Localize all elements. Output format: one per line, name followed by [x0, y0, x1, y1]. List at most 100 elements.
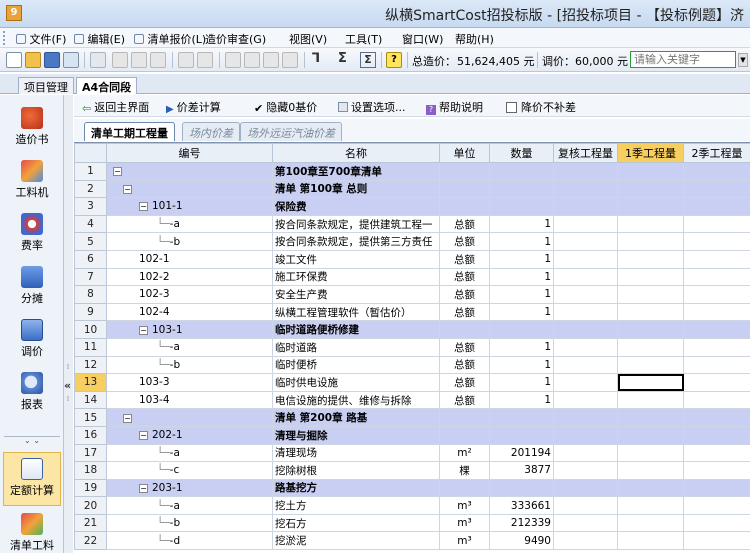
quantity-cell[interactable]: 3877	[489, 461, 554, 480]
menu-view[interactable]: 视图(V)	[289, 31, 327, 47]
unit-cell[interactable]: m³	[439, 496, 490, 515]
row-number-cell[interactable]: 14	[74, 390, 107, 410]
unit-cell[interactable]: m³	[439, 531, 490, 551]
review-qty-cell[interactable]	[553, 214, 618, 234]
q2-qty-cell[interactable]	[683, 408, 750, 427]
preview-icon[interactable]	[90, 52, 106, 68]
menu-help[interactable]: 帮助(H)	[455, 31, 494, 47]
menu-edit[interactable]: 编辑(E)	[72, 31, 125, 47]
unit-cell[interactable]: 棵	[439, 461, 490, 480]
name-cell[interactable]: 按合同条款规定，提供第三方责任	[272, 232, 440, 251]
nav-share[interactable]: 分摊	[0, 266, 64, 306]
quantity-cell[interactable]: 9490	[489, 531, 554, 551]
q1-qty-cell[interactable]	[617, 390, 684, 410]
code-cell[interactable]: −	[106, 179, 273, 199]
name-cell[interactable]: 挖淤泥	[272, 531, 440, 551]
code-cell[interactable]: └─-a	[106, 337, 273, 357]
name-cell[interactable]: 清理与掘除	[272, 425, 440, 445]
tab-bill-period-quantity[interactable]: 清单工期工程量	[84, 122, 175, 141]
review-qty-cell[interactable]	[553, 443, 618, 463]
save-icon[interactable]	[44, 52, 60, 68]
q2-qty-cell[interactable]	[683, 267, 750, 287]
collapse-toggle-icon[interactable]: −	[139, 483, 148, 493]
q1-qty-cell[interactable]	[617, 478, 684, 498]
q1-qty-cell[interactable]	[617, 373, 684, 392]
tab-offsite-fuel-diff[interactable]: 场外远运汽油价差	[240, 122, 342, 141]
row-number-cell[interactable]: 21	[74, 513, 107, 533]
menu-audit[interactable]: 造价审查(G)	[205, 31, 266, 47]
row-number-cell[interactable]: 17	[74, 443, 107, 463]
quantity-cell[interactable]: 1	[489, 232, 554, 251]
collapse-toggle-icon[interactable]: −	[139, 325, 148, 335]
table-row[interactable]: 4 └─-a 按合同条款规定，提供建筑工程一 总额 1	[74, 214, 750, 234]
name-cell[interactable]: 清理现场	[272, 443, 440, 463]
q1-qty-cell[interactable]	[617, 285, 684, 304]
q1-qty-cell[interactable]	[617, 249, 684, 269]
q2-qty-cell[interactable]	[683, 302, 750, 322]
q1-qty-cell[interactable]	[617, 443, 684, 463]
code-cell[interactable]: └─-b	[106, 355, 273, 375]
review-qty-cell[interactable]	[553, 320, 618, 339]
quantity-cell[interactable]: 1	[489, 285, 554, 304]
unit-cell[interactable]	[439, 320, 490, 339]
table-row[interactable]: 21 └─-b 挖石方 m³ 212339	[74, 513, 750, 533]
table-row[interactable]: 1− 第100章至700章清单	[74, 162, 750, 181]
name-cell[interactable]: 临时道路便桥修建	[272, 320, 440, 339]
row-number-cell[interactable]: 8	[74, 285, 107, 304]
review-qty-cell[interactable]	[553, 232, 618, 251]
help-icon[interactable]: ?	[386, 52, 402, 68]
q2-qty-cell[interactable]	[683, 232, 750, 251]
quantity-cell[interactable]: 1	[489, 249, 554, 269]
q2-qty-cell[interactable]	[683, 337, 750, 357]
move-down-icon[interactable]	[282, 52, 298, 68]
q1-qty-cell[interactable]	[617, 320, 684, 339]
code-cell[interactable]: 103-4	[106, 390, 273, 410]
help-description-button[interactable]: ? 帮助说明	[426, 99, 483, 115]
name-cell[interactable]: 清单 第200章 路基	[272, 408, 440, 427]
q1-qty-cell[interactable]	[617, 302, 684, 322]
chevron-down-icon[interactable]: ▼	[738, 53, 748, 67]
quantity-cell[interactable]: 1	[489, 355, 554, 375]
review-qty-cell[interactable]	[553, 408, 618, 427]
code-cell[interactable]: 102-2	[106, 267, 273, 287]
name-cell[interactable]: 挖石方	[272, 513, 440, 533]
collapse-toggle-icon[interactable]: −	[139, 431, 148, 441]
unit-cell[interactable]: 总额	[439, 390, 490, 410]
quantity-cell[interactable]: 1	[489, 302, 554, 322]
name-cell[interactable]: 临时道路	[272, 337, 440, 357]
name-cell[interactable]: 临时便桥	[272, 355, 440, 375]
column-header-q1-qty[interactable]: 1季工程量	[617, 143, 684, 163]
table-row[interactable]: 14 103-4 电信设施的提供、维修与拆除 总额 1	[74, 390, 750, 410]
quantity-cell[interactable]: 1	[489, 214, 554, 234]
nav-adjust-price[interactable]: 调价	[0, 319, 64, 359]
row-number-cell[interactable]: 2	[74, 179, 107, 199]
unit-cell[interactable]	[439, 197, 490, 216]
row-number-cell[interactable]: 5	[74, 232, 107, 251]
code-cell[interactable]: −	[106, 408, 273, 427]
nav-material-machine[interactable]: 工料机	[0, 160, 64, 200]
unit-cell[interactable]: 总额	[439, 267, 490, 287]
unit-cell[interactable]	[439, 478, 490, 498]
code-cell[interactable]: └─-b	[106, 513, 273, 533]
q2-qty-cell[interactable]	[683, 355, 750, 375]
nav-quota-calc[interactable]: 定额计算	[0, 458, 64, 498]
quantity-cell[interactable]: 212339	[489, 513, 554, 533]
name-cell[interactable]: 临时供电设施	[272, 373, 440, 392]
table-row[interactable]: 9 102-4 纵横工程管理软件（暂估价） 总额 1	[74, 302, 750, 322]
tab-onsite-diff[interactable]: 场内价差	[182, 122, 240, 141]
unit-cell[interactable]: 总额	[439, 232, 490, 251]
unit-cell[interactable]	[439, 425, 490, 445]
quantity-cell[interactable]: 333661	[489, 496, 554, 515]
q1-qty-cell[interactable]	[617, 496, 684, 515]
q2-qty-cell[interactable]	[683, 197, 750, 216]
table-row[interactable]: 10−103-1 临时道路便桥修建	[74, 320, 750, 339]
code-cell[interactable]: 103-3	[106, 373, 273, 392]
q2-qty-cell[interactable]	[683, 478, 750, 498]
review-qty-cell[interactable]	[553, 513, 618, 533]
name-cell[interactable]: 竣工文件	[272, 249, 440, 269]
q1-qty-cell[interactable]	[617, 461, 684, 480]
table-row[interactable]: 5 └─-b 按合同条款规定，提供第三方责任 总额 1	[74, 232, 750, 251]
back-main-button[interactable]: ⇦ 返回主界面	[82, 99, 149, 115]
row-number-cell[interactable]: 3	[74, 197, 107, 216]
quantity-cell[interactable]	[489, 197, 554, 216]
